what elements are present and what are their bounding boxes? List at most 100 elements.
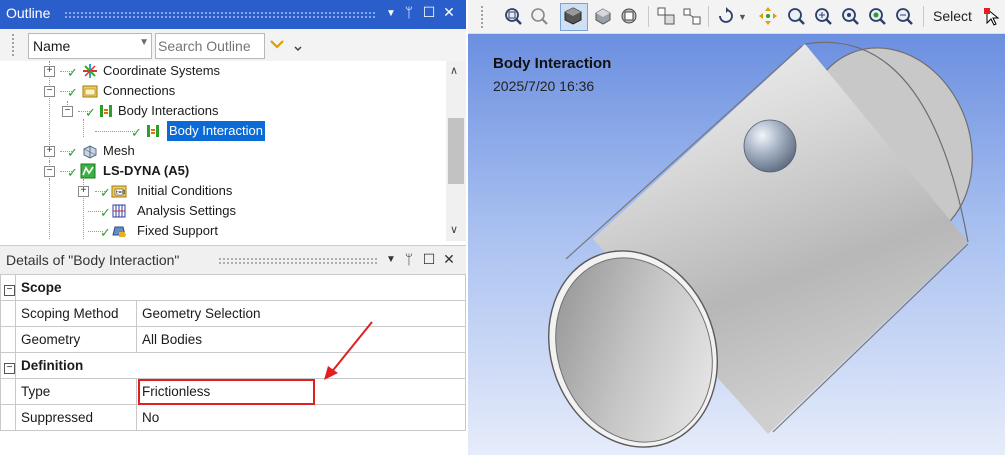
name-filter-value: Name (33, 38, 71, 54)
annotation-arrow-icon (324, 321, 373, 380)
folder-icon (82, 85, 98, 98)
expand-icon[interactable]: + (44, 146, 55, 157)
property-value[interactable]: No (136, 404, 466, 431)
zoom-previous-icon[interactable] (894, 6, 914, 26)
tree-item-body-interactions[interactable]: − ✓ Body Interactions (62, 101, 402, 121)
cylinder-model[interactable] (468, 34, 1005, 455)
outline-scroll-thumb[interactable] (448, 118, 464, 184)
svg-text:t=0: t=0 (116, 190, 125, 196)
close-icon[interactable]: ✕ (441, 4, 457, 21)
check-icon: ✓ (67, 85, 78, 100)
tree-item-ls-dyna[interactable]: − ✓ LS-DYNA (A5) (44, 161, 404, 181)
check-icon: ✓ (131, 125, 142, 140)
toolbar-grip[interactable] (480, 5, 485, 29)
check-icon: ✓ (100, 225, 111, 240)
analysis-settings-icon (112, 204, 126, 218)
maximize-icon[interactable]: ☐ (421, 4, 437, 21)
collapse-icon[interactable]: − (62, 106, 73, 117)
property-row[interactable]: Suppressed No (0, 404, 466, 431)
extend-selection-icon[interactable] (619, 6, 639, 26)
tree-item-fixed-support[interactable]: ✓ Fixed Support (78, 221, 408, 241)
zoom-to-fit-icon[interactable] (503, 6, 523, 26)
section-definition[interactable]: − Definition (0, 352, 466, 379)
check-icon: ✓ (100, 185, 111, 200)
tree-item-label: Connections (103, 83, 176, 98)
body-interaction-icon (147, 125, 159, 137)
details-drag-grip[interactable] (218, 257, 378, 264)
search-options-chevron-icon[interactable] (270, 38, 302, 56)
tree-item-connections[interactable]: − ✓ Connections (44, 81, 404, 101)
search-outline-box[interactable] (155, 33, 265, 59)
cube-icon[interactable] (593, 6, 613, 26)
search-outline-input[interactable] (156, 34, 264, 58)
mesh-icon (83, 145, 97, 159)
zoom-icon[interactable] (786, 6, 806, 26)
split-select-icon[interactable] (682, 6, 702, 26)
scroll-up-icon[interactable]: ∧ (450, 64, 458, 77)
outline-title-bar: Outline ▼ ᛘ ☐ ✕ (0, 0, 466, 29)
tree-item-initial-conditions[interactable]: + ✓ t=0 Initial Conditions (78, 181, 408, 201)
check-icon: ✓ (85, 105, 96, 120)
outline-drag-grip[interactable] (64, 11, 376, 18)
tree-item-label: Coordinate Systems (103, 63, 221, 78)
check-icon: ✓ (67, 65, 78, 80)
zoom-box-icon[interactable] (529, 6, 549, 26)
expand-icon[interactable]: + (44, 66, 55, 77)
initial-conditions-icon: t=0 (111, 185, 127, 198)
collapse-icon[interactable]: − (4, 362, 15, 374)
rotate-dropdown-icon[interactable]: ▼ (738, 12, 747, 22)
tree-item-label: Body Interactions (118, 103, 219, 118)
scroll-down-icon[interactable]: ∨ (450, 223, 458, 236)
pan-icon[interactable] (758, 6, 778, 26)
check-icon: ✓ (67, 145, 78, 160)
tree-item-label: Fixed Support (137, 223, 218, 238)
tree-item-label-selected: Body Interaction (167, 121, 265, 141)
collapse-icon[interactable]: − (44, 166, 55, 177)
select-mode-cursor-icon[interactable] (983, 7, 1003, 27)
expand-icon[interactable]: + (78, 186, 89, 197)
chevron-down-icon: ▼ (139, 37, 149, 48)
tree-item-analysis-settings[interactable]: ✓ Analysis Settings (78, 201, 408, 221)
outline-tree: + ✓ Coordinate Systems − ✓ Connections −… (0, 61, 446, 241)
property-key: Suppressed (15, 404, 137, 431)
graphics-viewport[interactable]: Body Interaction 2025/7/20 16:36 (468, 34, 1005, 455)
rotate-icon[interactable] (716, 6, 736, 26)
type-highlight-box (138, 379, 315, 405)
zoom-selection-icon[interactable] (867, 6, 887, 26)
fixed-support-icon (112, 226, 126, 237)
check-icon: ✓ (100, 205, 111, 220)
close-icon[interactable]: ✕ (441, 251, 457, 268)
tree-item-label: Initial Conditions (137, 183, 233, 198)
box-select-icon[interactable] (656, 6, 676, 26)
section-scope[interactable]: − Scope (0, 274, 466, 301)
tree-item-label: Analysis Settings (137, 203, 236, 218)
outline-title: Outline (6, 5, 51, 21)
details-title: Details of "Body Interaction" (6, 252, 180, 268)
property-key: Scoping Method (15, 300, 137, 327)
name-filter-select[interactable]: Name ▼ (28, 33, 152, 59)
section-title: Scope (15, 274, 466, 301)
pin-icon[interactable]: ᛘ (401, 251, 417, 267)
details-grid: − Scope Scoping Method Geometry Selectio… (0, 274, 466, 431)
tree-item-coordinate-systems[interactable]: + ✓ Coordinate Systems (44, 61, 404, 81)
property-key: Type (15, 378, 137, 405)
property-row[interactable]: Scoping Method Geometry Selection (0, 300, 466, 327)
tree-item-label: Mesh (103, 143, 135, 158)
maximize-icon[interactable]: ☐ (421, 251, 437, 268)
section-title: Definition (15, 352, 466, 379)
collapse-icon[interactable]: − (4, 284, 15, 296)
zoom-in-icon[interactable] (813, 6, 833, 26)
collapse-icon[interactable]: − (44, 86, 55, 97)
pin-icon[interactable]: ᛘ (401, 4, 417, 20)
ls-dyna-analysis-icon (80, 163, 96, 179)
tree-item-mesh[interactable]: + ✓ Mesh (44, 141, 404, 161)
tree-item-body-interaction[interactable]: ✓ Body Interaction (131, 121, 331, 141)
property-key: Geometry (15, 326, 137, 353)
dropdown-arrow-icon[interactable]: ▼ (383, 8, 399, 19)
dropdown-arrow-icon[interactable]: ▼ (383, 254, 399, 265)
toolbar-grip[interactable] (11, 33, 16, 57)
select-mode-label[interactable]: Select (933, 8, 972, 24)
zoom-fit-icon[interactable] (840, 6, 860, 26)
property-row[interactable]: Geometry All Bodies (0, 326, 466, 353)
body-select-icon[interactable] (563, 6, 583, 26)
